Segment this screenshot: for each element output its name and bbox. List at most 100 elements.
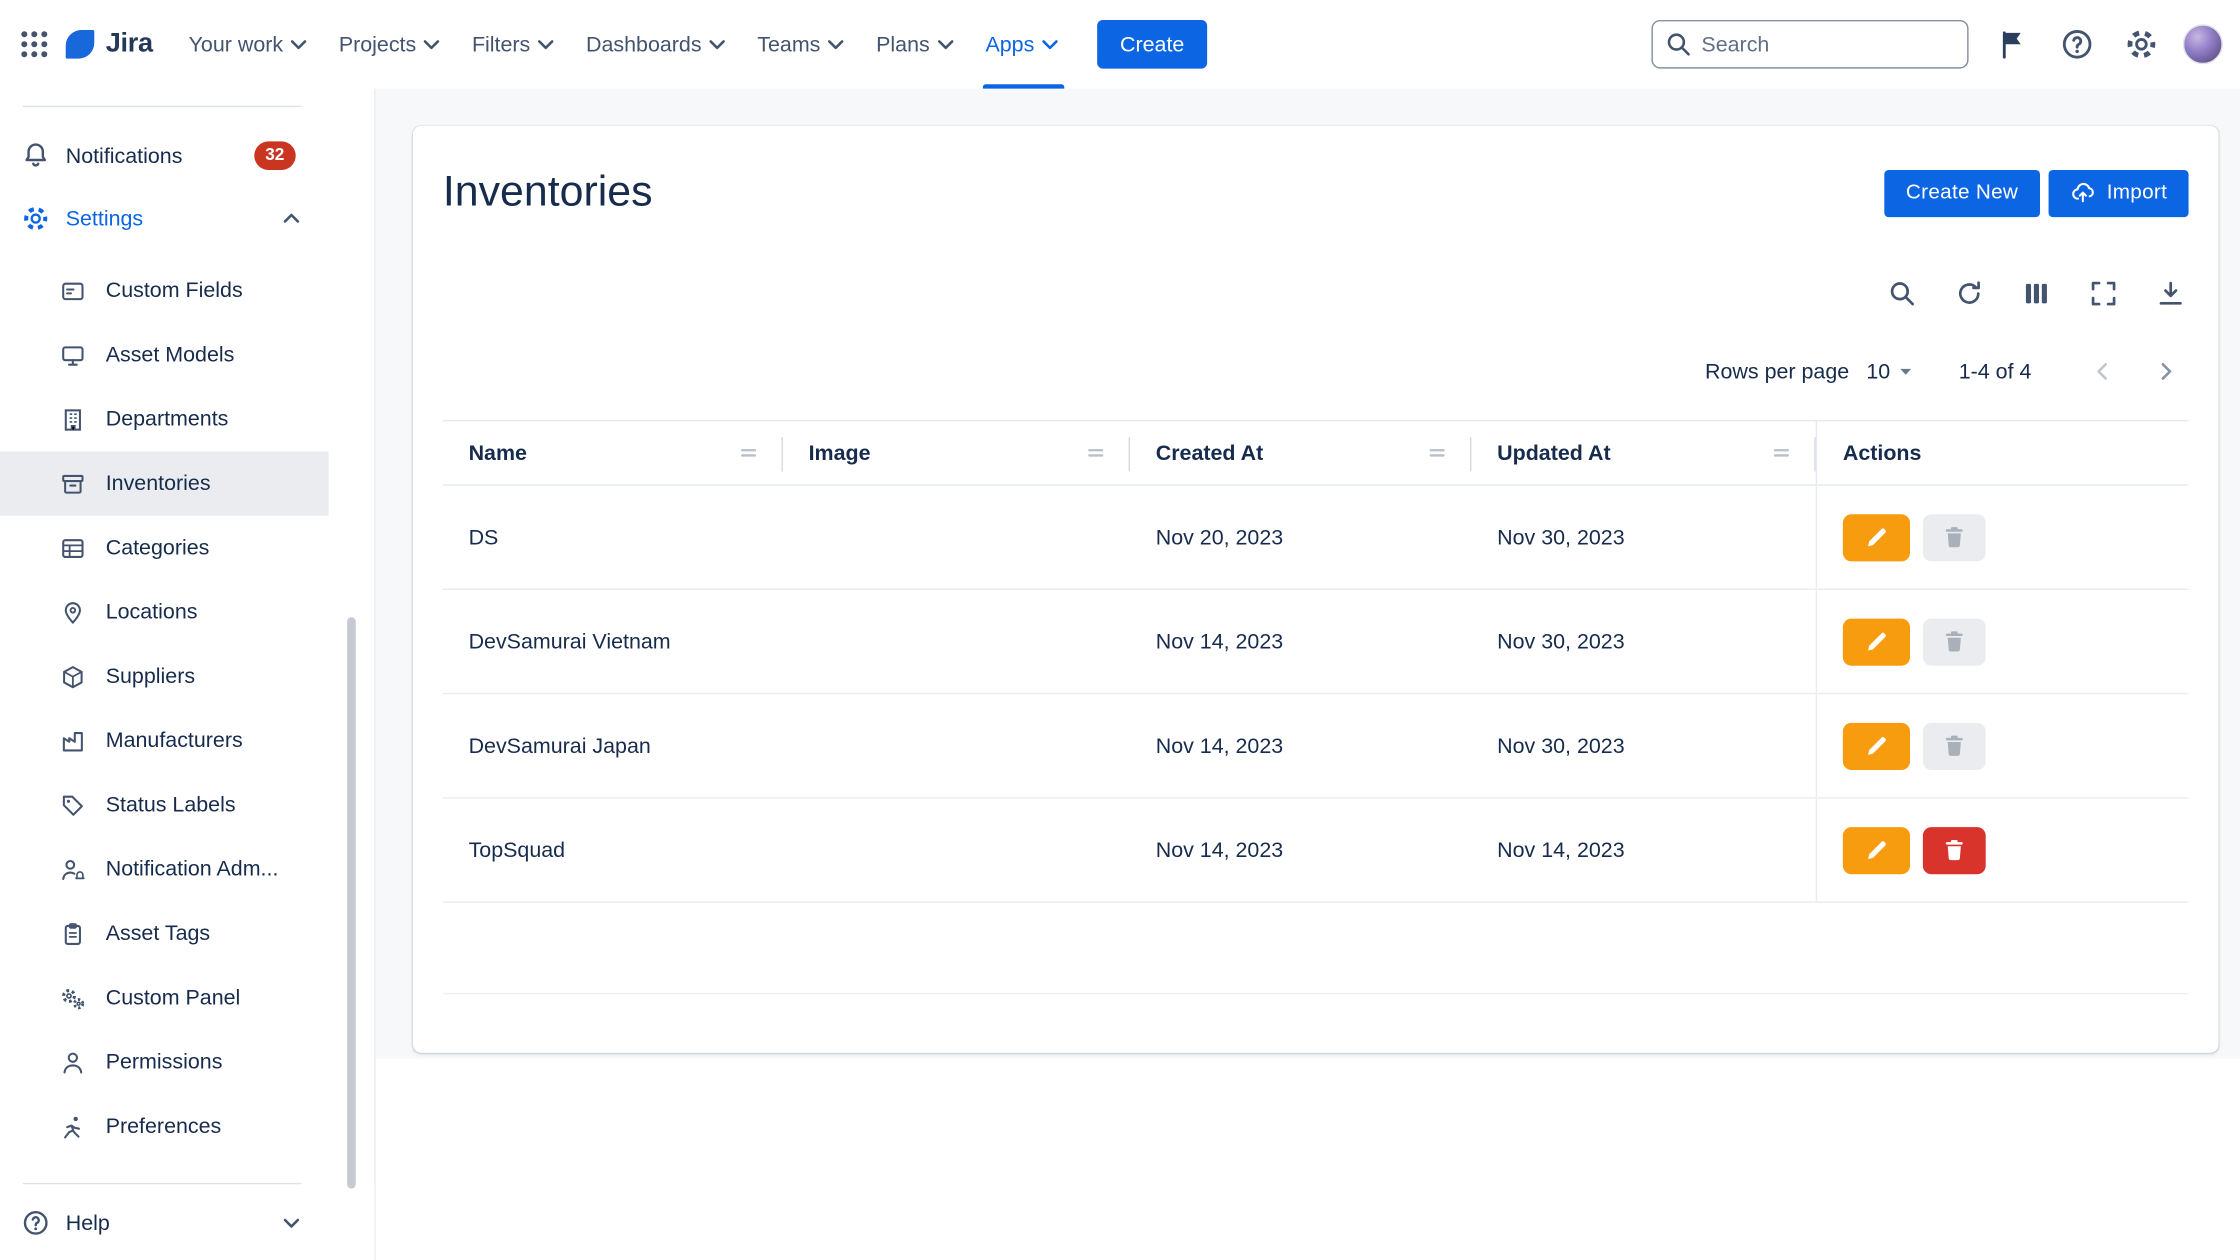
sidebar-item[interactable]: Preferences bbox=[0, 1094, 329, 1158]
sidebar-item[interactable]: Departments bbox=[0, 387, 329, 451]
edit-button[interactable] bbox=[1843, 826, 1910, 873]
edit-button[interactable] bbox=[1843, 722, 1910, 769]
nav-item[interactable]: Your work bbox=[176, 0, 323, 89]
pencil-icon bbox=[1864, 837, 1890, 863]
page-title: Inventories bbox=[443, 169, 653, 218]
chevron-left-icon bbox=[2090, 359, 2116, 385]
settings-label: Settings bbox=[66, 206, 143, 230]
table-row: DS Nov 20, 2023 Nov 30, 2023 bbox=[443, 486, 2189, 590]
main-content: Inventories Create New Import bbox=[376, 89, 2240, 1260]
sidebar-item[interactable]: Manufacturers bbox=[0, 709, 329, 773]
create-new-button[interactable]: Create New bbox=[1884, 169, 2039, 216]
sidebar-item-notifications[interactable]: Notifications 32 bbox=[0, 124, 329, 187]
sidebar-item[interactable]: Asset Models bbox=[0, 323, 329, 387]
viewport: Jira Your work Projects Filters bbox=[0, 0, 2240, 1260]
delete-button[interactable] bbox=[1923, 826, 1986, 873]
cell-created-at: Nov 20, 2023 bbox=[1130, 486, 1471, 589]
cell-actions bbox=[1816, 590, 2189, 693]
delete-button[interactable] bbox=[1923, 618, 1986, 665]
delete-button[interactable] bbox=[1923, 722, 1986, 769]
rows-per-page-value: 10 bbox=[1866, 359, 1890, 383]
sidebar-item[interactable]: Status Labels bbox=[0, 773, 329, 837]
column-resize-handle[interactable] bbox=[737, 441, 760, 464]
sidebar-item[interactable]: Custom Panel bbox=[0, 966, 329, 1030]
column-header[interactable]: Actions bbox=[1816, 421, 2189, 484]
sidebar-item[interactable]: Locations bbox=[0, 580, 329, 644]
settings-button[interactable] bbox=[2119, 21, 2165, 67]
sidebar-item-settings[interactable]: Settings bbox=[0, 187, 329, 250]
refresh-button[interactable] bbox=[1950, 274, 1987, 311]
edit-button[interactable] bbox=[1843, 514, 1910, 561]
chevron-down-icon bbox=[287, 33, 310, 56]
table-pagination: Rows per page 10 1-4 of 4 bbox=[443, 343, 2189, 400]
app-switcher-button[interactable] bbox=[11, 21, 57, 67]
chevron-down-icon bbox=[280, 1211, 303, 1234]
app-root: Jira Your work Projects Filters bbox=[0, 0, 2240, 1260]
create-button[interactable]: Create bbox=[1097, 20, 1207, 69]
building-icon bbox=[60, 406, 86, 432]
chevron-down-icon bbox=[421, 33, 444, 56]
nav-item[interactable]: Plans bbox=[863, 0, 969, 89]
column-resize-handle[interactable] bbox=[1770, 441, 1793, 464]
column-header[interactable]: Image bbox=[783, 421, 1130, 484]
factory-icon bbox=[60, 728, 86, 754]
trash-icon bbox=[1941, 629, 1967, 655]
column-header[interactable]: Updated At bbox=[1471, 421, 1815, 484]
runner-icon bbox=[60, 1114, 86, 1140]
nav-item[interactable]: Apps bbox=[973, 0, 1075, 89]
previous-page-button[interactable] bbox=[2080, 349, 2126, 395]
help-button[interactable] bbox=[2054, 21, 2100, 67]
avatar[interactable] bbox=[2183, 24, 2223, 64]
edit-button[interactable] bbox=[1843, 618, 1910, 665]
cell-actions bbox=[1816, 486, 2189, 589]
rows-per-page-select[interactable]: 10 bbox=[1866, 359, 1918, 385]
nav-item[interactable]: Dashboards bbox=[573, 0, 741, 89]
gear-icon bbox=[21, 204, 50, 233]
pencil-icon bbox=[1864, 629, 1890, 655]
card-icon bbox=[60, 278, 86, 304]
column-header[interactable]: Created At bbox=[1130, 421, 1471, 484]
sidebar-scrollbar[interactable] bbox=[347, 617, 356, 1188]
column-resize-handle[interactable] bbox=[1426, 441, 1449, 464]
notifications-label: Notifications bbox=[66, 144, 183, 168]
pencil-icon bbox=[1864, 524, 1890, 550]
pencil-icon bbox=[1864, 733, 1890, 759]
table-footer-divider bbox=[443, 903, 2189, 994]
import-button[interactable]: Import bbox=[2048, 169, 2188, 216]
jira-logo[interactable]: Jira bbox=[63, 27, 153, 61]
download-button[interactable] bbox=[2151, 274, 2188, 311]
column-header[interactable]: Name bbox=[443, 421, 783, 484]
sidebar-item[interactable]: Categories bbox=[0, 516, 329, 580]
sidebar-item[interactable]: Suppliers bbox=[0, 644, 329, 708]
trash-icon bbox=[1941, 524, 1967, 550]
delete-button[interactable] bbox=[1923, 514, 1986, 561]
clipboard-icon bbox=[60, 921, 86, 947]
chevron-down-icon bbox=[934, 33, 957, 56]
table-row: DevSamurai Vietnam Nov 14, 2023 Nov 30, … bbox=[443, 590, 2189, 694]
fullscreen-button[interactable] bbox=[2084, 274, 2121, 311]
columns-button[interactable] bbox=[2017, 274, 2054, 311]
column-resize-handle[interactable] bbox=[1084, 441, 1107, 464]
sidebar-item[interactable]: Inventories bbox=[0, 451, 329, 515]
sidebar-item[interactable]: Notification Adm... bbox=[0, 837, 329, 901]
inventories-card: Inventories Create New Import bbox=[413, 126, 2219, 1053]
notifications-badge: 32 bbox=[254, 142, 296, 169]
cell-created-at: Nov 14, 2023 bbox=[1130, 590, 1471, 693]
search-input[interactable] bbox=[1651, 20, 1968, 69]
nav-item[interactable]: Filters bbox=[459, 0, 570, 89]
sidebar-item[interactable]: Permissions bbox=[0, 1030, 329, 1094]
next-page-button[interactable] bbox=[2143, 349, 2189, 395]
nav-item[interactable]: Projects bbox=[326, 0, 456, 89]
search-button[interactable] bbox=[1883, 274, 1920, 311]
app-switcher-icon bbox=[17, 27, 51, 61]
sidebar-item[interactable]: Asset Tags bbox=[0, 901, 329, 965]
sidebar-item-help[interactable]: Help bbox=[0, 1191, 329, 1254]
help-icon bbox=[21, 1209, 50, 1238]
sidebar-item[interactable]: Custom Fields bbox=[0, 259, 329, 323]
cell-name: TopSquad bbox=[443, 799, 783, 902]
rows-per-page-label: Rows per page bbox=[1705, 359, 1849, 383]
flag-button[interactable] bbox=[1990, 21, 2036, 67]
nav-item[interactable]: Teams bbox=[744, 0, 860, 89]
primary-nav: Your work Projects Filters Dashb bbox=[176, 0, 1075, 89]
cube-icon bbox=[60, 664, 86, 690]
